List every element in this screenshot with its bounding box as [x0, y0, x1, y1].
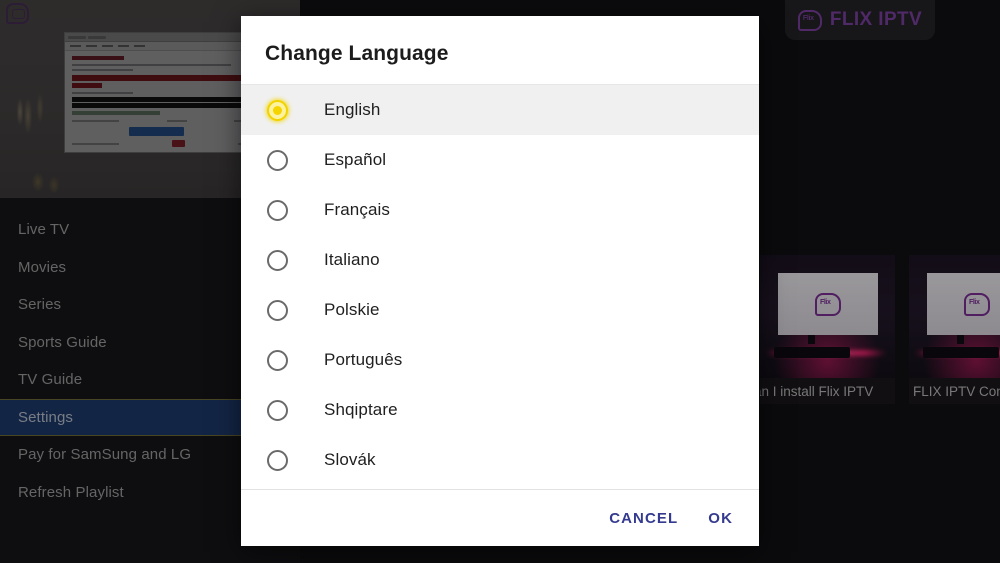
- sidebar-item-label: Refresh Playlist: [18, 483, 124, 501]
- language-option-partial[interactable]: [241, 485, 759, 489]
- page-heading-block: [72, 56, 124, 60]
- language-option-label: Polskie: [324, 300, 380, 319]
- flix-wordmark: FLIX IPTV: [829, 9, 923, 30]
- language-option-label: English: [324, 100, 381, 119]
- browser-menu-bar: [65, 42, 248, 51]
- page-primary-button: [129, 127, 184, 136]
- tv-screen-graphic: [778, 273, 878, 335]
- language-option-portugues[interactable]: Português: [241, 335, 759, 385]
- radio-button-icon[interactable]: [267, 99, 288, 121]
- page-alert-bar: [72, 75, 241, 81]
- sidebar-item-label: Live TV: [18, 221, 70, 239]
- language-option-shqiptare[interactable]: Shqiptare: [241, 385, 759, 435]
- flix-logo-icon: [815, 292, 841, 316]
- video-thumbnail: [760, 255, 895, 378]
- sidebar-item-label: Settings: [18, 408, 73, 426]
- browser-page-body: [65, 51, 248, 153]
- dialog-action-bar: CANCEL OK: [241, 489, 759, 546]
- plant-decoration: [10, 86, 90, 196]
- page-footer: [72, 152, 241, 153]
- language-option-label: Español: [324, 150, 387, 169]
- language-option-francais[interactable]: Français: [241, 185, 759, 235]
- radio-button-icon[interactable]: [267, 249, 288, 271]
- cancel-button[interactable]: CANCEL: [607, 504, 680, 533]
- radio-button-icon[interactable]: [267, 299, 288, 321]
- language-option-polskie[interactable]: Polskie: [241, 285, 759, 335]
- page-secondary-button: [171, 140, 185, 147]
- flix-logo-icon: [964, 292, 990, 316]
- page-text-line: [72, 64, 231, 66]
- video-card[interactable]: FLIX IPTV Com: [909, 255, 1000, 404]
- language-option-label: Slovák: [324, 450, 376, 469]
- app-screen: Live TV Movies Series Sports Guide TV Gu…: [0, 0, 1000, 563]
- language-option-label: Italiano: [324, 250, 380, 269]
- radio-button-icon[interactable]: [267, 149, 288, 171]
- sidebar-item-label: Movies: [18, 258, 67, 276]
- language-option-list[interactable]: English Español Français Italiano Polski…: [241, 84, 759, 489]
- ok-button[interactable]: OK: [706, 504, 735, 533]
- sidebar-item-label: Sports Guide: [18, 333, 107, 351]
- video-card-list: an I install Flix IPTV FLIX IPTV Com: [760, 255, 1000, 404]
- language-option-label: Português: [324, 350, 403, 369]
- video-card-caption: FLIX IPTV Com: [913, 383, 1000, 399]
- soundbar-graphic: [774, 347, 850, 358]
- tv-screen-graphic: [927, 273, 1000, 335]
- sidebar-item-label: TV Guide: [18, 371, 83, 389]
- change-language-dialog: Change Language English Español Français…: [241, 16, 759, 546]
- radio-button-icon[interactable]: [267, 399, 288, 421]
- page-form-row: [72, 120, 241, 122]
- video-card[interactable]: an I install Flix IPTV: [760, 255, 895, 404]
- browser-chrome-bar: [65, 33, 248, 42]
- page-code-block: [72, 97, 241, 102]
- page-alert-small: [72, 83, 103, 88]
- language-option-slovak[interactable]: Slovák: [241, 435, 759, 485]
- language-option-italiano[interactable]: Italiano: [241, 235, 759, 285]
- page-form-row: [72, 140, 241, 147]
- radio-button-icon[interactable]: [267, 449, 288, 471]
- language-option-espanol[interactable]: Español: [241, 135, 759, 185]
- language-option-english[interactable]: English: [241, 85, 759, 135]
- dialog-title: Change Language: [265, 42, 449, 65]
- sidebar-item-label: Series: [18, 296, 62, 314]
- page-code-block: [72, 103, 241, 108]
- flix-logo-icon: [797, 9, 822, 31]
- page-text-line: [72, 69, 133, 71]
- page-note-block: [72, 111, 160, 115]
- soundbar-graphic: [923, 347, 999, 358]
- flix-logo-icon: [6, 3, 29, 24]
- video-card-caption: an I install Flix IPTV: [760, 383, 874, 399]
- language-option-label: Shqiptare: [324, 400, 398, 419]
- radio-button-icon[interactable]: [267, 349, 288, 371]
- tv-stand-graphic: [957, 335, 964, 344]
- language-option-label: Français: [324, 200, 390, 219]
- radio-button-icon[interactable]: [267, 199, 288, 221]
- browser-screenshot: [64, 32, 249, 153]
- video-thumbnail: [909, 255, 1000, 378]
- flix-iptv-banner: FLIX IPTV: [785, 0, 935, 40]
- page-text-line: [72, 92, 133, 94]
- sidebar-item-label: Pay for SamSung and LG: [18, 446, 192, 464]
- tv-stand-graphic: [808, 335, 815, 344]
